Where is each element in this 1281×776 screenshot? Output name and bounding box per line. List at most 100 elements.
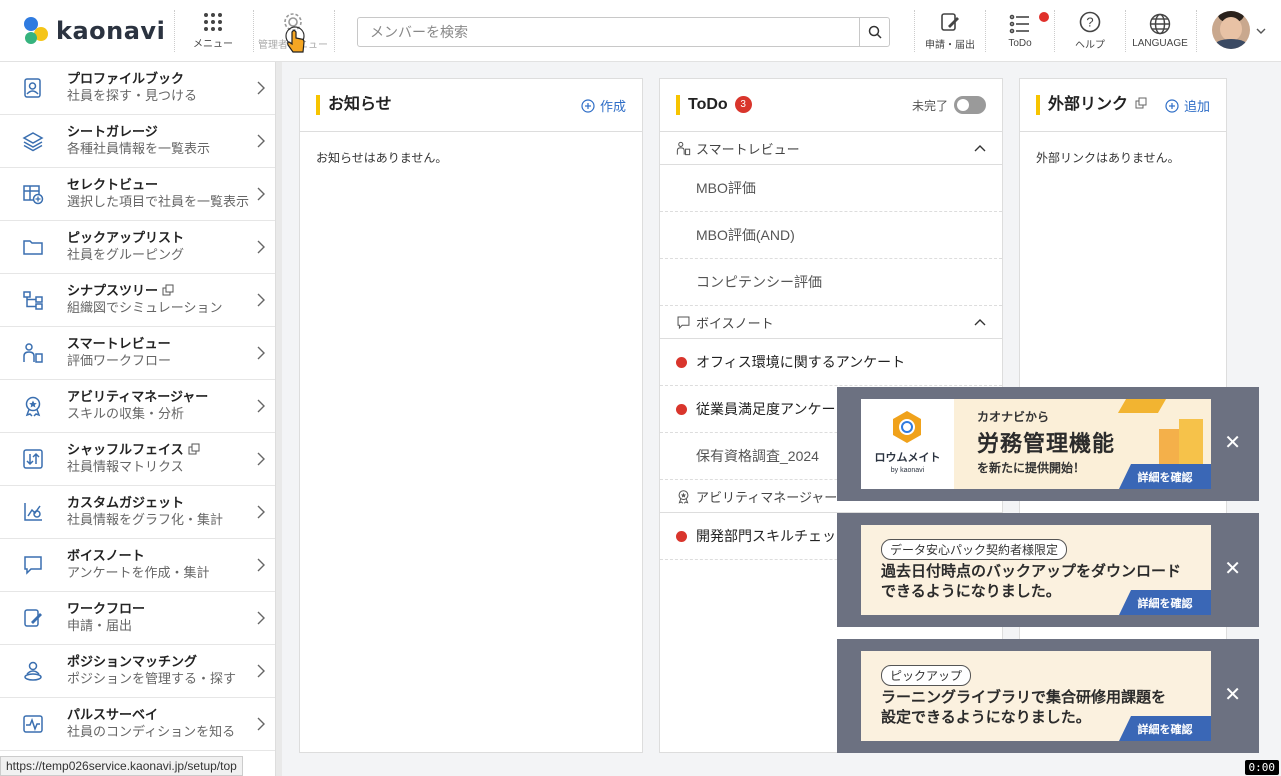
shuffle-icon — [23, 449, 43, 469]
create-notice-button[interactable]: 作成 — [581, 96, 626, 115]
svg-text:?: ? — [1086, 15, 1093, 30]
apply-button[interactable]: 申請・届出 — [918, 0, 982, 62]
sidebar-item-title-text: シャッフルフェイス — [67, 442, 184, 457]
sidebar-item-review[interactable]: スマートレビュー 評価ワークフロー — [0, 327, 275, 380]
review-icon — [23, 343, 43, 363]
todo-section-header[interactable]: スマートレビュー — [660, 132, 1002, 165]
todo-item[interactable]: コンピテンシー評価 — [660, 259, 1002, 306]
details-button[interactable]: 詳細を確認 — [1119, 464, 1211, 489]
close-icon[interactable]: ✕ — [1224, 559, 1241, 579]
speech-bubble-icon — [677, 316, 690, 329]
todo-section-name: アビリティマネージャー — [696, 489, 838, 505]
todo-count-badge: 3 — [734, 96, 752, 113]
chevron-up-icon[interactable] — [974, 144, 986, 152]
links-title-text: 外部リンク — [1048, 96, 1129, 113]
sidebar-item-title: シナプスツリー — [67, 282, 222, 299]
sidebar-item-shuffle[interactable]: シャッフルフェイス 社員情報マトリクス — [0, 433, 275, 486]
header-divider — [334, 10, 335, 52]
todo-button[interactable]: ToDo — [990, 0, 1050, 62]
todo-title: ToDo 3 — [676, 95, 752, 115]
header-divider — [1196, 10, 1197, 52]
sidebar-item-text: パルスサーベイ 社員のコンディションを知る — [67, 706, 235, 740]
sidebar-item-title-text: スマートレビュー — [67, 336, 171, 351]
roumate-brand-by: by kaonavi — [890, 467, 925, 474]
sidebar-item-badge[interactable]: アビリティマネージャー スキルの収集・分析 — [0, 380, 275, 433]
toggle-knob — [957, 99, 969, 111]
kaonavi-logo[interactable]: kaonavi — [22, 16, 165, 46]
learning-banner[interactable]: ピックアップ ラーニングライブラリで集合研修用課題を 設定できるようになりました… — [861, 651, 1211, 741]
sidebar-item-title-text: シナプスツリー — [67, 283, 159, 298]
search-input[interactable] — [358, 18, 860, 46]
top-header: kaonavi メニュー 管理者メニュー — [0, 0, 1281, 62]
chevron-right-icon — [257, 505, 265, 519]
notices-panel: お知らせ 作成 お知らせはありません。 — [299, 78, 643, 753]
search-button[interactable] — [859, 18, 889, 46]
details-button[interactable]: 詳細を確認 — [1119, 590, 1211, 615]
apply-form-icon — [941, 13, 959, 31]
sidebar-item-pulse[interactable]: パルスサーベイ 社員のコンディションを知る — [0, 698, 275, 751]
roumate-logo-icon — [893, 411, 921, 443]
alert-dot — [676, 531, 687, 542]
add-link-button[interactable]: 追加 — [1165, 96, 1210, 115]
sidebar-item-workflow[interactable]: ワークフロー 申請・届出 — [0, 592, 275, 645]
user-avatar[interactable] — [1212, 11, 1250, 49]
todo-item[interactable]: MBO評価(AND) — [660, 212, 1002, 259]
roumate-brand-name: ロウムメイト — [874, 452, 941, 464]
sidebar: プロファイルブック 社員を探す・見つけるシートガレージ 各種社員情報を一覧表示 セレク… — [0, 62, 276, 776]
sidebar-item-title-text: パルスサーベイ — [67, 707, 159, 722]
todo-section-header[interactable]: ボイスノート — [660, 306, 1002, 339]
profile-book-icon — [24, 78, 41, 98]
sidebar-item-layers[interactable]: シートガレージ 各種社員情報を一覧表示 — [0, 115, 275, 168]
sidebar-scrollbar[interactable] — [276, 62, 282, 776]
sidebar-item-text: カスタムガジェット 社員情報をグラフ化・集計 — [67, 494, 223, 528]
details-button[interactable]: 詳細を確認 — [1119, 716, 1211, 741]
sidebar-item-title-text: カスタムガジェット — [67, 495, 185, 510]
learning-tag-pill: ピックアップ — [881, 665, 972, 686]
sidebar-item-table-plus[interactable]: セレクトビュー 選択した項目で社員を一覧表示 — [0, 168, 275, 221]
todo-list-icon — [1009, 14, 1029, 34]
sidebar-item-org-tree[interactable]: シナプスツリー組織図でシミュレーション — [0, 274, 275, 327]
chevron-right-icon — [257, 558, 265, 572]
language-button[interactable]: LANGUAGE — [1128, 0, 1192, 62]
sidebar-item-subtitle: 評価ワークフロー — [67, 353, 172, 368]
chevron-down-icon[interactable] — [1256, 27, 1266, 35]
table-plus-icon — [23, 185, 44, 205]
todo-item[interactable]: オフィス環境に関するアンケート — [660, 339, 1002, 386]
roumate-logo-box: ロウムメイト by kaonavi — [861, 399, 954, 489]
sidebar-item-chart[interactable]: カスタムガジェット 社員情報をグラフ化・集計 — [0, 486, 275, 539]
sidebar-item-text: プロファイルブック 社員を探す・見つける — [67, 70, 197, 104]
chevron-right-icon — [257, 134, 265, 148]
sidebar-item-subtitle: 組織図でシミュレーション — [67, 300, 223, 315]
sidebar-item-position[interactable]: ポジションマッチング ポジションを管理する・探す — [0, 645, 275, 698]
close-icon[interactable]: ✕ — [1224, 685, 1241, 705]
todo-item[interactable]: MBO評価 — [660, 165, 1002, 212]
toast-backup: データ安心パック契約者様限定 過去日付時点のバックアップをダウンロード できるよ… — [837, 513, 1259, 627]
menu-button[interactable]: メニュー — [188, 0, 238, 62]
learning-tag: ピックアップ — [881, 665, 972, 686]
roumate-line-1: カオナビから — [977, 410, 1050, 424]
sidebar-item-profile-book[interactable]: プロファイルブック 社員を探す・見つける — [0, 62, 275, 115]
header-divider — [985, 10, 986, 52]
sidebar-item-title: ポジションマッチング — [67, 653, 236, 670]
sidebar-item-title-text: シートガレージ — [67, 124, 158, 139]
alert-dot — [676, 404, 687, 415]
sidebar-item-subtitle: 申請・届出 — [67, 618, 133, 633]
links-header: 外部リンク 追加 — [1020, 79, 1226, 132]
incomplete-toggle-label: 未完了 — [911, 98, 948, 113]
chevron-up-icon[interactable] — [974, 318, 986, 326]
header-divider — [1054, 10, 1055, 52]
sidebar-item-folder[interactable]: ピックアップリスト 社員をグルーピング — [0, 221, 275, 274]
sidebar-item-title: シートガレージ — [67, 123, 210, 140]
notices-empty-text: お知らせはありません。 — [316, 151, 448, 165]
avatar-face — [1220, 17, 1242, 41]
layers-icon — [22, 132, 44, 152]
toast-learning: ピックアップ ラーニングライブラリで集合研修用課題を 設定できるようになりました… — [837, 639, 1259, 753]
help-button[interactable]: ? ヘルプ — [1060, 0, 1120, 62]
incomplete-toggle[interactable] — [954, 96, 986, 114]
roumate-banner[interactable]: ロウムメイト by kaonavi カオナビから 労務管理機能 を新たに提供開始… — [861, 399, 1211, 489]
close-icon[interactable]: ✕ — [1224, 433, 1241, 453]
badge-icon — [678, 489, 689, 504]
sidebar-item-speech-bubble[interactable]: ボイスノート アンケートを作成・集計 — [0, 539, 275, 592]
header-divider — [1125, 10, 1126, 52]
backup-banner[interactable]: データ安心パック契約者様限定 過去日付時点のバックアップをダウンロード できるよ… — [861, 525, 1211, 615]
